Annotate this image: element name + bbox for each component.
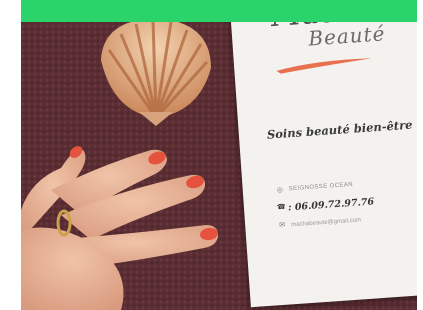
email-icon: ✉ [279,221,286,230]
brand-subtitle: Beauté [307,21,387,51]
tagline: Soins beauté bien-être [266,117,413,142]
business-card: Macha Beauté Soins beauté bien-être ◎ SE… [230,0,417,308]
phone-number: : 06.09.72.97.76 [288,196,375,213]
email: machabeaute@gmail.com [291,217,362,229]
location-pin-icon: ◎ [276,186,284,195]
card-fine-print [267,241,417,254]
brand-swoosh [276,58,372,74]
phone-value: 06.09.72.97.76 [294,196,375,213]
top-banner [21,0,417,22]
phone-prefix: : [287,202,292,214]
phone-icon: ☎ [276,203,287,212]
address: SEIGNOSSE OCEAN [288,181,354,193]
photo: Macha Beauté Soins beauté bien-être ◎ SE… [21,0,417,310]
